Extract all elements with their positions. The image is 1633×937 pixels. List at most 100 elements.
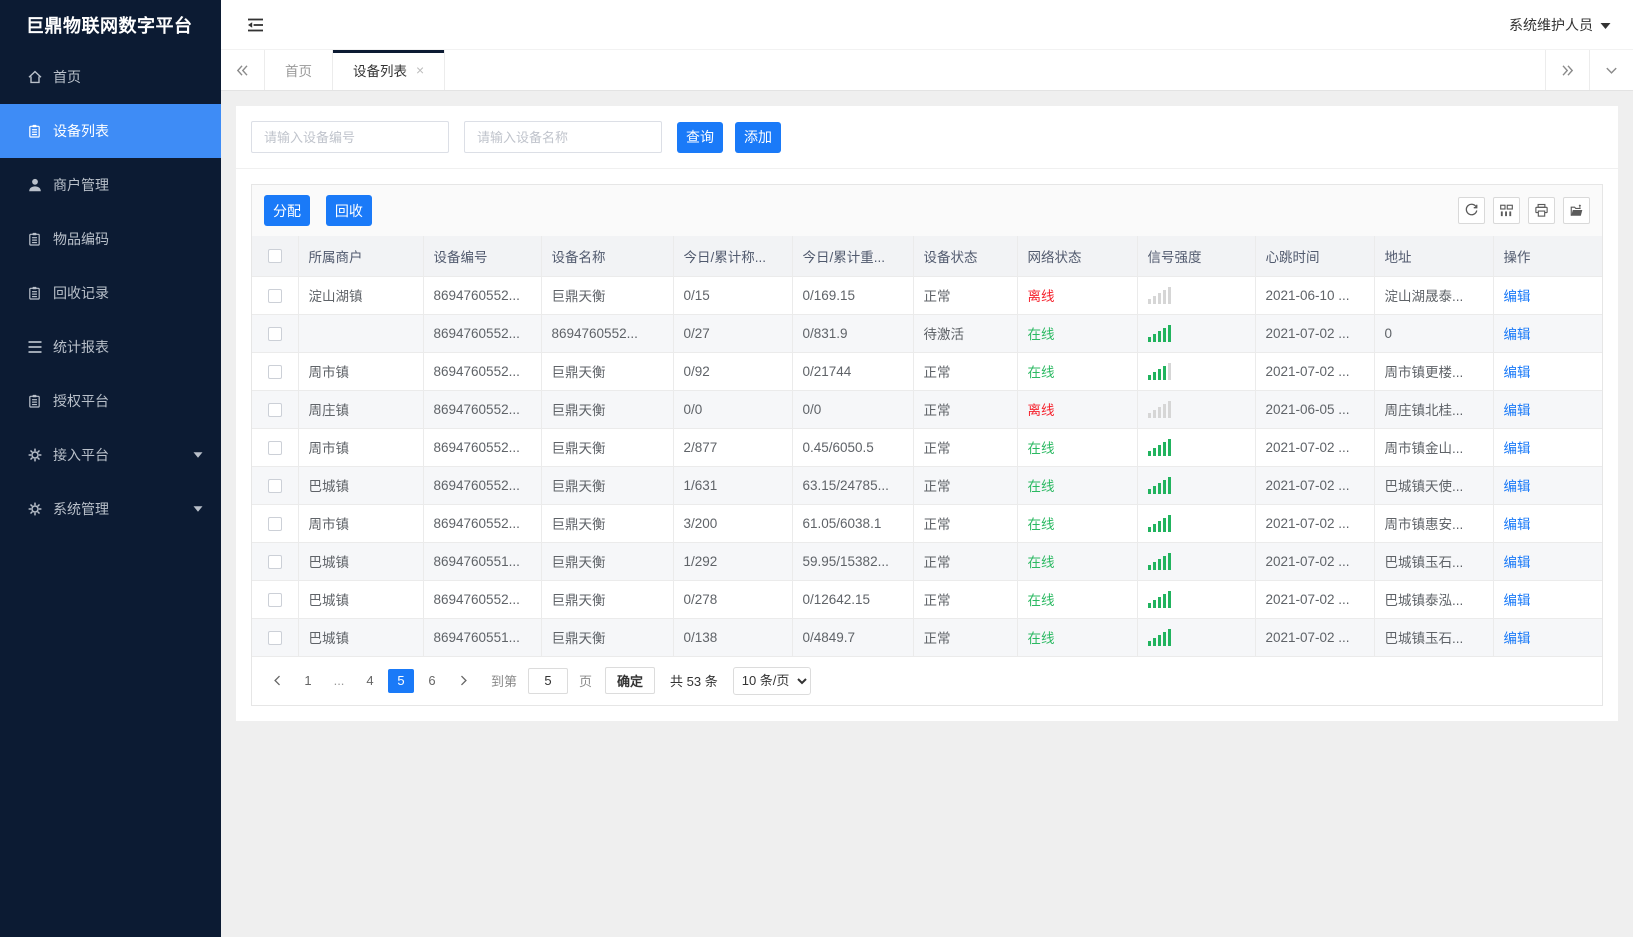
sidebar-item-2[interactable]: 商户管理 <box>0 158 221 212</box>
sidebar-item-0[interactable]: 首页 <box>0 50 221 104</box>
cell-address: 巴城镇泰泓... <box>1374 580 1494 619</box>
column-header: 设备名称 <box>541 236 674 277</box>
page-number[interactable]: 6 <box>419 669 445 693</box>
page-number[interactable]: 4 <box>357 669 383 693</box>
sidebar-item-1[interactable]: 设备列表 <box>0 104 221 158</box>
network-status: 在线 <box>1027 631 1055 646</box>
row-checkbox[interactable] <box>267 478 282 493</box>
cell-network-status: 在线 <box>1017 580 1138 619</box>
goto-page-input[interactable] <box>528 667 569 694</box>
confirm-button[interactable]: 确定 <box>605 667 656 694</box>
table-block: 分配 回收 所属商户 设备编号 设备名称 今日/累计称... 今日/累计重...… <box>251 184 1603 706</box>
cell-device-status: 正常 <box>913 352 1018 391</box>
edit-link[interactable]: 编辑 <box>1504 593 1531 608</box>
cell-weight: 0/21744 <box>792 352 914 391</box>
add-button[interactable]: 添加 <box>735 121 781 153</box>
recycle-button[interactable]: 回收 <box>325 195 372 226</box>
checkbox-cell <box>252 314 299 353</box>
next-page-icon[interactable] <box>450 668 476 694</box>
query-button[interactable]: 查询 <box>677 121 723 153</box>
column-header: 信号强度 <box>1137 236 1256 277</box>
cell-device-status: 正常 <box>913 428 1018 467</box>
checkbox-cell <box>252 428 299 467</box>
user-menu[interactable]: 系统维护人员 <box>1509 15 1611 35</box>
cell-count: 0/92 <box>673 352 793 391</box>
export-icon[interactable] <box>1563 197 1590 224</box>
cell-device-status: 正常 <box>913 618 1018 657</box>
signal-strength-icon <box>1147 476 1245 494</box>
refresh-icon[interactable] <box>1458 197 1485 224</box>
sidebar-item-7[interactable]: 接入平台 <box>0 428 221 482</box>
tabs-scroll-left-icon[interactable] <box>221 50 265 90</box>
edit-link[interactable]: 编辑 <box>1504 631 1531 646</box>
menu-fold-icon[interactable] <box>247 17 265 33</box>
sidebar-item-5[interactable]: 统计报表 <box>0 320 221 374</box>
tab-label: 首页 <box>285 64 312 79</box>
page-number[interactable]: 1 <box>295 669 321 693</box>
row-checkbox[interactable] <box>267 326 282 341</box>
cell-heartbeat: 2021-06-10 ... <box>1255 276 1375 315</box>
row-checkbox[interactable] <box>267 288 282 303</box>
cell-weight: 61.05/6038.1 <box>792 504 914 543</box>
cell-signal <box>1137 618 1256 657</box>
caret-down-icon <box>193 452 203 459</box>
cell-signal <box>1137 314 1256 353</box>
page-number[interactable]: 5 <box>388 668 414 693</box>
row-checkbox[interactable] <box>267 554 282 569</box>
cell-network-status: 在线 <box>1017 352 1138 391</box>
edit-link[interactable]: 编辑 <box>1504 441 1531 456</box>
signal-strength-icon <box>1147 438 1245 456</box>
print-icon[interactable] <box>1528 197 1555 224</box>
device-no-input[interactable] <box>251 121 449 153</box>
edit-link[interactable]: 编辑 <box>1504 517 1531 532</box>
device-table: 所属商户 设备编号 设备名称 今日/累计称... 今日/累计重... 设备状态 网络状态 信号… <box>252 236 1602 657</box>
tab-0[interactable]: 首页 <box>265 50 333 90</box>
table-row: 巴城镇 8694760552... 巨鼎天衡 0/278 0/12642.15 正常 在线 2… <box>252 580 1602 619</box>
sidebar-item-3[interactable]: 物品编码 <box>0 212 221 266</box>
row-checkbox[interactable] <box>267 516 282 531</box>
page-size-select[interactable]: 10 条/页 <box>732 666 811 695</box>
cell-count: 0/138 <box>673 618 793 657</box>
edit-link[interactable]: 编辑 <box>1504 327 1531 342</box>
network-status: 在线 <box>1027 517 1055 532</box>
sidebar-item-label: 首页 <box>53 69 81 85</box>
home-icon <box>26 69 43 86</box>
edit-link[interactable]: 编辑 <box>1504 479 1531 494</box>
sidebar-item-4[interactable]: 回收记录 <box>0 266 221 320</box>
row-checkbox[interactable] <box>267 592 282 607</box>
cell-device-no: 8694760552... <box>423 314 542 353</box>
sidebar-item-6[interactable]: 授权平台 <box>0 374 221 428</box>
cell-heartbeat: 2021-07-02 ... <box>1255 580 1375 619</box>
caret-down-icon <box>1600 17 1611 33</box>
tab-close-icon[interactable]: × <box>416 63 424 77</box>
prev-page-icon[interactable] <box>264 668 290 694</box>
tab-1[interactable]: 设备列表 × <box>333 50 446 90</box>
cell-address: 周市镇金山... <box>1374 428 1494 467</box>
row-checkbox[interactable] <box>267 402 282 417</box>
cell-device-name: 巨鼎天衡 <box>541 352 674 391</box>
select-all-checkbox[interactable] <box>267 249 282 264</box>
tabs-scroll-right-icon[interactable] <box>1545 50 1589 90</box>
sidebar-item-label: 统计报表 <box>53 339 109 355</box>
edit-link[interactable]: 编辑 <box>1504 555 1531 570</box>
tabs-actions-chevron-down-icon[interactable] <box>1589 50 1633 90</box>
cell-device-no: 8694760551... <box>423 542 542 581</box>
cell-action: 编辑 <box>1493 314 1602 353</box>
assign-button[interactable]: 分配 <box>264 195 310 226</box>
edit-link[interactable]: 编辑 <box>1504 289 1531 304</box>
column-header: 心跳时间 <box>1255 236 1375 277</box>
row-checkbox[interactable] <box>267 630 282 645</box>
device-name-input[interactable] <box>464 121 662 153</box>
page-ellipsis: ... <box>333 673 345 688</box>
tab-bar: 首页 设备列表 × <box>221 50 1633 91</box>
edit-link[interactable]: 编辑 <box>1504 403 1531 418</box>
columns-icon[interactable] <box>1493 197 1520 224</box>
cell-address: 周庄镇北桂... <box>1374 390 1494 429</box>
row-checkbox[interactable] <box>267 364 282 379</box>
cell-merchant: 淀山湖镇 <box>298 276 424 315</box>
sidebar-item-8[interactable]: 系统管理 <box>0 482 221 536</box>
row-checkbox[interactable] <box>267 440 282 455</box>
cell-device-no: 8694760552... <box>423 466 542 505</box>
edit-link[interactable]: 编辑 <box>1504 365 1531 380</box>
cell-heartbeat: 2021-07-02 ... <box>1255 542 1375 581</box>
